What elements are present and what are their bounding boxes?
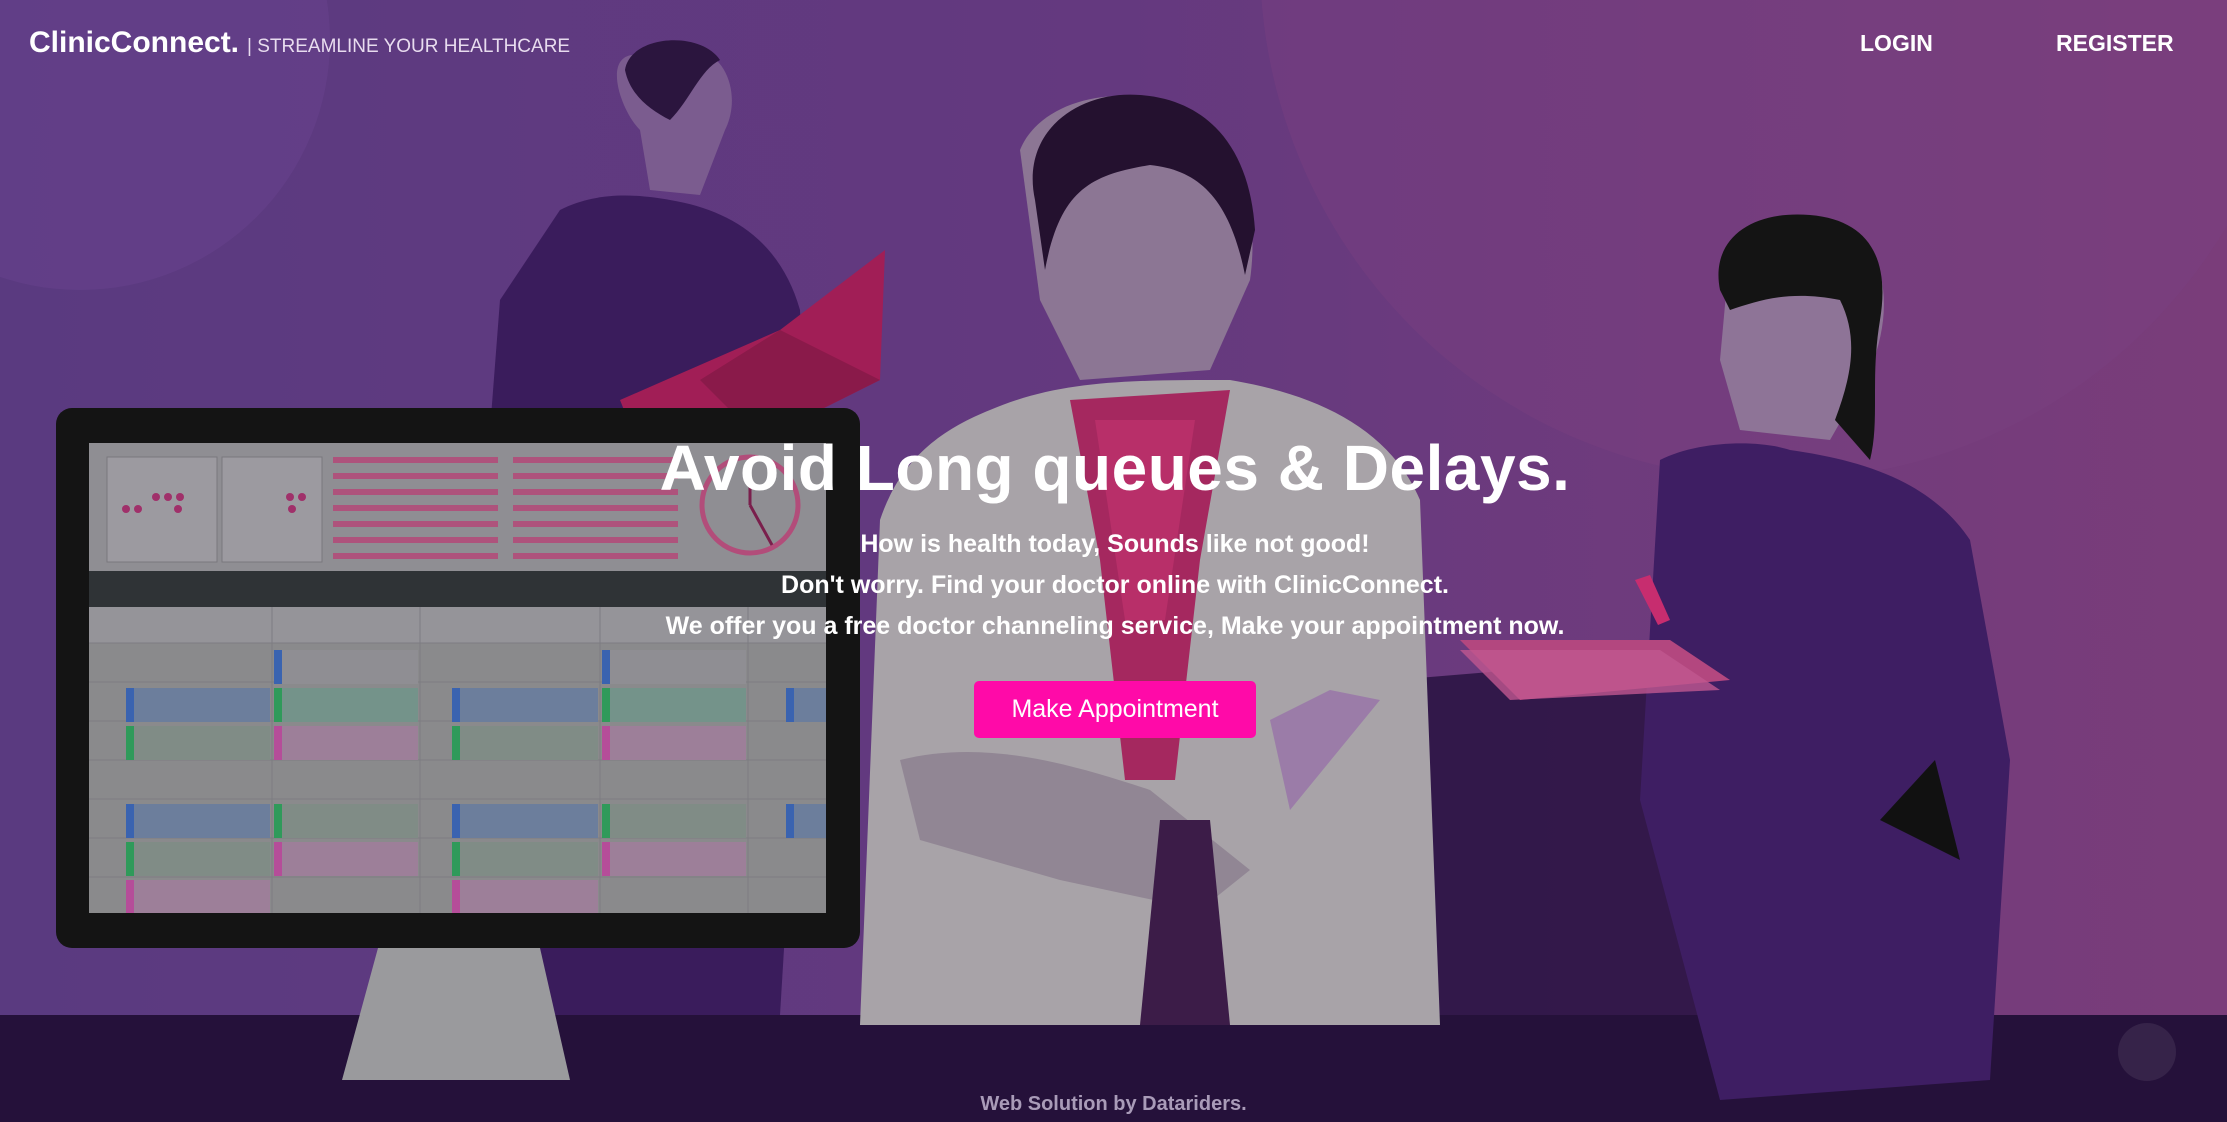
brand: ClinicConnect. | STREAMLINE YOUR HEALTHC… — [29, 26, 570, 60]
login-link[interactable]: LOGIN — [1860, 30, 1933, 57]
hero-section: Avoid Long queues & Delays. How is healt… — [560, 430, 1670, 738]
hero-line-3: We offer you a free doctor channeling se… — [665, 612, 1565, 640]
make-appointment-button[interactable]: Make Appointment — [974, 681, 1256, 738]
brand-tagline: | STREAMLINE YOUR HEALTHCARE — [247, 36, 571, 57]
brand-name[interactable]: ClinicConnect. — [29, 26, 239, 60]
hero-description: How is health today, Sounds like not goo… — [560, 524, 1670, 647]
footer-credit: Web Solution by Datariders. — [980, 1093, 1247, 1115]
register-link[interactable]: REGISTER — [2056, 30, 2174, 57]
floating-chat-button[interactable] — [2118, 1023, 2176, 1081]
hero-line-2: Don't worry. Find your doctor online wit… — [781, 571, 1449, 599]
site-header: ClinicConnect. | STREAMLINE YOUR HEALTHC… — [0, 0, 2227, 90]
hero-line-1: How is health today, Sounds like not goo… — [860, 530, 1370, 558]
hero-title: Avoid Long queues & Delays. — [659, 432, 1571, 504]
